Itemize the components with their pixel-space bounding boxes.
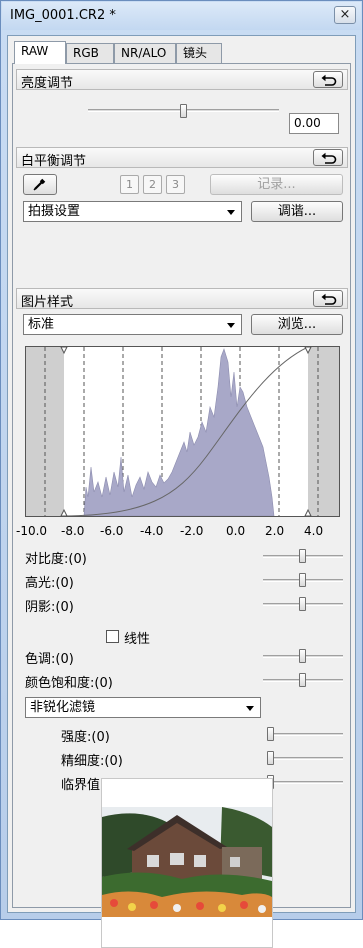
color-tone-label: 色调:(0) [25,652,74,667]
histogram-tick-label: -10.0 [16,524,48,538]
undo-icon [321,74,337,86]
histogram-tick-label: 2.0 [265,524,285,538]
saturation-label: 颜色饱和度:(0) [25,676,113,691]
picture-style-reset-button[interactable] [313,290,343,307]
contrast-label: 对比度:(0) [25,552,87,567]
sharpen-fineness-label: 精细度:(0) [61,754,123,769]
sharpen-mode-value: 非锐化滤镜 [30,700,96,715]
tab-label: RGB [73,46,99,60]
image-preview [101,778,273,948]
window-title: IMG_0001.CR2 * [10,8,116,23]
sharpen-threshold-slider-track[interactable] [267,781,343,784]
undo-icon [321,293,337,305]
wb-preset-2-button[interactable]: 2 [143,175,162,194]
sharpen-strength-slider-thumb[interactable] [267,727,274,741]
brightness-reset-button[interactable] [313,71,343,88]
histogram-tick-label: 4.0 [304,524,324,538]
white-balance-section-header: 白平衡调节 [16,147,348,169]
tab-label: NR/ALO [121,46,167,60]
tone-curve-histogram[interactable] [25,346,340,517]
picture-style-value: 标准 [28,317,55,332]
picture-style-browse-button[interactable]: 浏览... [251,314,343,335]
sharpen-strength-slider-track[interactable] [267,733,343,736]
contrast-slider-thumb[interactable] [299,549,306,563]
chevron-down-icon [246,706,254,711]
title-bar[interactable]: IMG_0001.CR2 * × [2,2,361,30]
wb-mode-value: 拍摄设置 [28,204,81,219]
sharpen-fineness-slider-thumb[interactable] [267,751,274,765]
tab-rgb[interactable]: RGB [66,43,114,63]
brightness-section-header: 亮度调节 [16,69,348,91]
picture-style-section-header: 图片样式 [16,288,348,310]
raw-tab-panel: 亮度调节 0.00 白平衡调节 1 2 3 记录... 拍摄设置 调谐... 图… [12,63,351,948]
sharpen-strength-label: 强度:(0) [61,730,110,745]
close-icon: × [339,7,351,22]
highlight-slider-thumb[interactable] [299,573,306,587]
wb-mode-select[interactable]: 拍摄设置 [23,201,242,222]
tab-label: RAW [21,44,49,58]
tab-label: 镜头 [183,46,208,60]
linear-label: 线性 [124,632,151,647]
sharpen-fineness-slider-track[interactable] [267,757,343,760]
eyedropper-button[interactable] [23,174,57,195]
brightness-slider-thumb[interactable] [179,104,187,118]
histogram-tick-label: 0.0 [226,524,246,538]
highlight-label: 高光:(0) [25,576,74,591]
saturation-slider-thumb[interactable] [299,673,306,687]
shadow-slider-thumb[interactable] [299,597,306,611]
shadow-label: 阴影:(0) [25,600,74,615]
tab-lens[interactable]: 镜头 [176,43,222,63]
luminance-histogram [83,348,275,517]
picture-style-title: 图片样式 [21,295,74,310]
wb-tune-button[interactable]: 调谐... [251,201,343,222]
chevron-down-icon [227,323,235,328]
histogram-tick-label: -8.0 [61,524,85,538]
wb-register-button[interactable]: 记录... [210,174,343,195]
linear-checkbox[interactable] [106,630,119,643]
tool-window: IMG_0001.CR2 * × RAW RGB NR/ALO 镜头 亮度调节 … [0,0,363,948]
sharpen-mode-select[interactable]: 非锐化滤镜 [25,697,261,718]
histogram-tick-label: -4.0 [140,524,164,538]
picture-style-select[interactable]: 标准 [23,314,242,335]
histogram-tick-label: -2.0 [180,524,204,538]
brightness-value-field[interactable]: 0.00 [289,113,339,134]
brightness-title: 亮度调节 [21,76,74,91]
wb-preset-1-button[interactable]: 1 [120,175,139,194]
chevron-down-icon [227,210,235,215]
color-tone-slider-thumb[interactable] [299,649,306,663]
palette-client: RAW RGB NR/ALO 镜头 亮度调节 0.00 白平衡调节 1 2 3 … [7,35,356,948]
undo-icon [321,152,337,164]
right-clip-zone [308,347,339,516]
white-balance-reset-button[interactable] [313,149,343,166]
white-balance-title: 白平衡调节 [21,154,87,169]
close-button[interactable]: × [334,6,356,24]
eyedropper-icon [33,178,46,191]
histogram-plot [26,346,339,517]
thumbnail-image [102,807,272,917]
tab-nr-alo[interactable]: NR/ALO [114,43,176,63]
wb-preset-3-button[interactable]: 3 [166,175,185,194]
histogram-tick-label: -6.0 [100,524,124,538]
tab-raw[interactable]: RAW [14,41,66,64]
